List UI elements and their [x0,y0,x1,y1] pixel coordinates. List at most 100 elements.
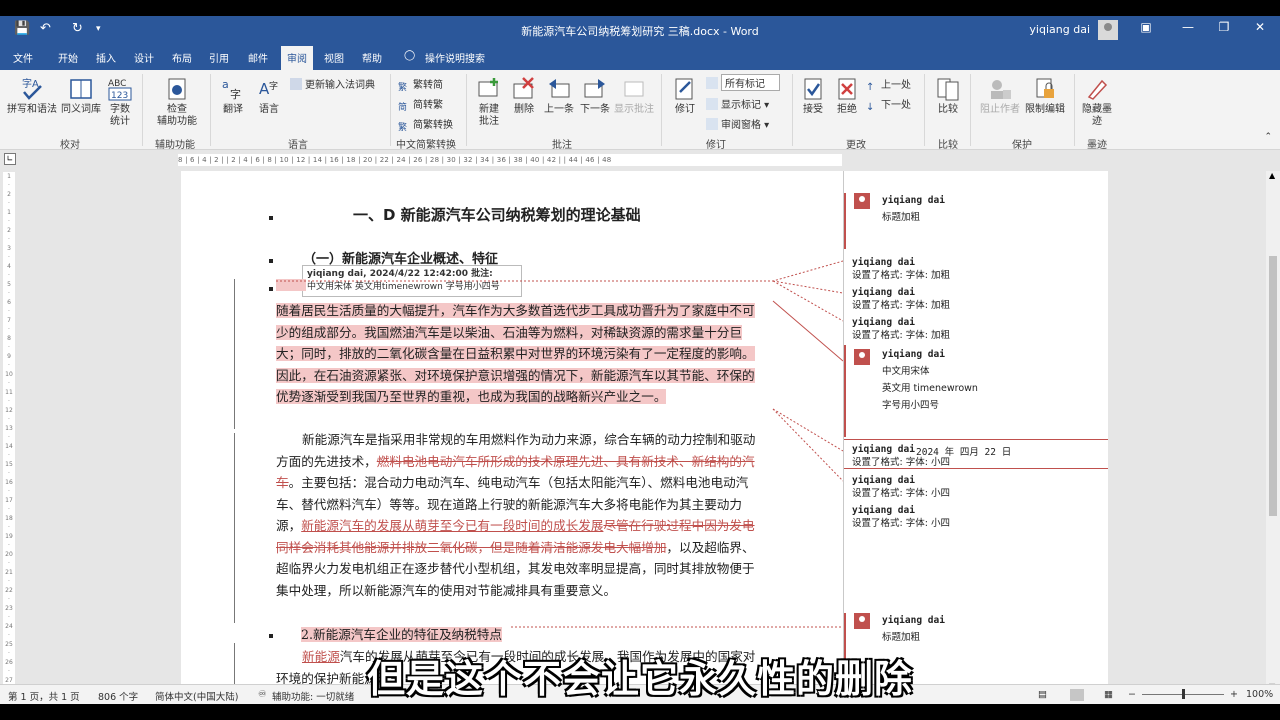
to-simplified-button[interactable]: 简简转繁 [398,96,443,113]
user-icon [854,349,870,365]
svg-text:字A: 字A [22,77,39,90]
ruler-row: ∟ 8 | 6 | 4 | 2 | | 2 | 4 | 6 | 8 | 10 |… [0,151,1280,169]
avatar[interactable] [1098,20,1118,40]
review-pane-button[interactable]: 审阅窗格 ▾ [706,116,769,131]
delete-comment-button[interactable]: 删除 [508,76,540,116]
word-window: 💾 ↶ ↻ ▾ 新能源汽车公司纳税筹划研究 三稿.docx - Word yiq… [0,16,1280,704]
language-button[interactable]: A字 语言 [252,76,286,116]
comment-line-3: 字号用小四号 [882,400,940,411]
show-comments-icon [624,81,644,97]
horizontal-ruler[interactable]: 8 | 6 | 4 | 2 | | 2 | 4 | 6 | 8 | 10 | 1… [178,154,842,166]
collapse-ribbon-icon[interactable]: ⌃ [1264,132,1272,142]
minimize-icon[interactable]: — [1178,20,1198,34]
spelling-icon: 字A [22,77,42,100]
show-comments-button[interactable]: 显示批注 [612,76,656,116]
previous-change-label: 上一处 [881,80,911,91]
paragraph-1: 随着居民生活质量的大幅提升，汽车作为大多数首选代步工具成功晋升为了家庭中不可少的… [276,300,764,408]
tab-insert[interactable]: 插入 [96,50,116,65]
comment-card[interactable]: yiqiang dai 中文用宋体 英文用 timenewrown 字号用小四号 [844,345,1108,437]
next-comment-label: 下一条 [580,104,610,115]
highlight-empty-line [276,279,306,291]
previous-comment-button[interactable]: 上一条 [542,76,576,116]
svg-text:字: 字 [230,87,241,101]
next-comment-button[interactable]: 下一条 [578,76,612,116]
tab-references[interactable]: 引用 [209,50,229,65]
tab-review[interactable]: 审阅 [281,46,313,70]
change-text: 设置了格式: 字体: 小四 [852,457,950,468]
heading-1: 一、D 新能源汽车公司纳税筹划的理论基础 [353,206,641,224]
block-authors-icon [991,80,1011,99]
convert-button[interactable]: 繁简繁转换 [398,116,453,133]
previous-change-button[interactable]: ↑ 上一处 [866,76,911,94]
restore-icon[interactable]: ❐ [1214,20,1234,34]
accessibility-label-1: 检查 [167,104,187,115]
group-separator [466,74,467,146]
comment-text: 标题加粗 [882,212,921,223]
translate-button[interactable]: a字 翻译 [216,76,250,116]
wordcount-button[interactable]: ABC 123 字数 统计 [104,76,136,128]
accept-icon [804,78,822,100]
change-bar [234,279,235,429]
restrict-editing-label: 限制编辑 [1025,104,1065,115]
group-separator [661,74,662,146]
change-text: 设置了格式: 字体: 加粗 [852,300,950,311]
group-separator [142,74,143,146]
next-comment-icon [584,79,605,98]
tab-view[interactable]: 视图 [324,50,344,65]
scroll-thumb[interactable] [1269,256,1277,516]
tell-me-search[interactable]: 操作说明搜索 [425,50,485,65]
wordcount-icon: ABC123 [108,79,132,101]
block-authors-button[interactable]: 阻止作者 [976,76,1024,116]
comment-author: yiqiang dai [882,349,945,360]
hide-ink-label-1: 隐藏墨 [1082,104,1112,115]
reject-button[interactable]: 拒绝 [832,76,862,116]
markup-select[interactable]: 所有标记 [706,74,780,91]
tab-selector-icon[interactable]: ∟ [4,153,16,165]
ribbon-display-icon[interactable]: ▣ [1136,20,1156,34]
group-changes-label: 更改 [846,140,866,151]
spelling-label: 拼写和语法 [7,104,57,115]
group-compare-label: 比较 [938,140,958,151]
show-markup-button[interactable]: 显示标记 ▾ [706,96,769,111]
accept-button[interactable]: 接受 [798,76,828,116]
restrict-editing-button[interactable]: 限制编辑 [1022,76,1068,116]
change-text: 设置了格式: 字体: 加粗 [852,270,950,281]
dictionary-icon [290,78,302,90]
delete-comment-label: 删除 [514,104,534,115]
format-change[interactable]: yiqiang dai 2024 年 四月 22 日 设置了格式: 字体: 小四 [844,439,1108,469]
paragraph-2: 新能源汽车是指采用非常规的车用燃料作为动力来源，综合车辆的动力控制和驱动方面的先… [276,429,764,601]
translate-label: 翻译 [223,104,243,115]
next-change-button[interactable]: ↓ 下一处 [866,96,911,114]
scroll-up-icon[interactable]: ▲ [1269,171,1275,180]
tab-layout[interactable]: 布局 [172,50,192,65]
compare-button[interactable]: 比较 [932,76,964,116]
hide-ink-button[interactable]: 隐藏墨 迹 [1080,76,1114,128]
user-name[interactable]: yiqiang dai [1029,23,1090,36]
comment-card[interactable]: yiqiang dai 标题加粗 [844,193,1108,249]
comment-tooltip: yiqiang dai, 2024/4/22 12:42:00 批注: 中文用宋… [302,265,522,297]
spelling-button[interactable]: 字A 拼写和语法 [6,76,58,116]
vertical-scrollbar[interactable]: ▲ ▼ [1266,171,1280,691]
update-ime-button[interactable]: 更新输入法词典 [290,76,375,91]
close-icon[interactable]: ✕ [1250,20,1270,34]
heading-3: 2.新能源汽车企业的特征及纳税特点 [301,624,789,646]
document-page[interactable]: 一、D 新能源汽车公司纳税筹划的理论基础 （一）新能源汽车企业概述、特征 yiq… [181,171,843,691]
tab-file[interactable]: 文件 [13,50,33,65]
tab-mailings[interactable]: 邮件 [248,50,268,65]
show-comments-label: 显示批注 [614,104,654,115]
thesaurus-button[interactable]: 同义词库 [58,76,104,116]
tab-home[interactable]: 开始 [58,50,78,65]
group-separator [970,74,971,146]
paragraph-mark [269,634,273,638]
paragraph-mark [269,287,273,291]
check-accessibility-button[interactable]: 检查 辅助功能 [150,76,204,128]
change-text: 设置了格式: 字体: 小四 [852,488,950,499]
delete-comment-icon [513,77,534,99]
title-bar: 💾 ↶ ↻ ▾ 新能源汽车公司纳税筹划研究 三稿.docx - Word yiq… [0,16,1280,44]
track-changes-button[interactable]: 修订 [668,76,702,116]
to-traditional-button[interactable]: 繁繁转简 [398,76,443,93]
tab-help[interactable]: 帮助 [362,50,382,65]
vertical-ruler[interactable]: 1 · 2 · 1 · 2 · 3 · 4 · 5 · 6 · 7 · 8 · 9 · 10 · 11 · 12 · 13 · 14 · 15 ·… [3,172,15,684]
new-comment-button[interactable]: 新建 批注 [472,76,506,128]
tab-design[interactable]: 设计 [134,50,154,65]
